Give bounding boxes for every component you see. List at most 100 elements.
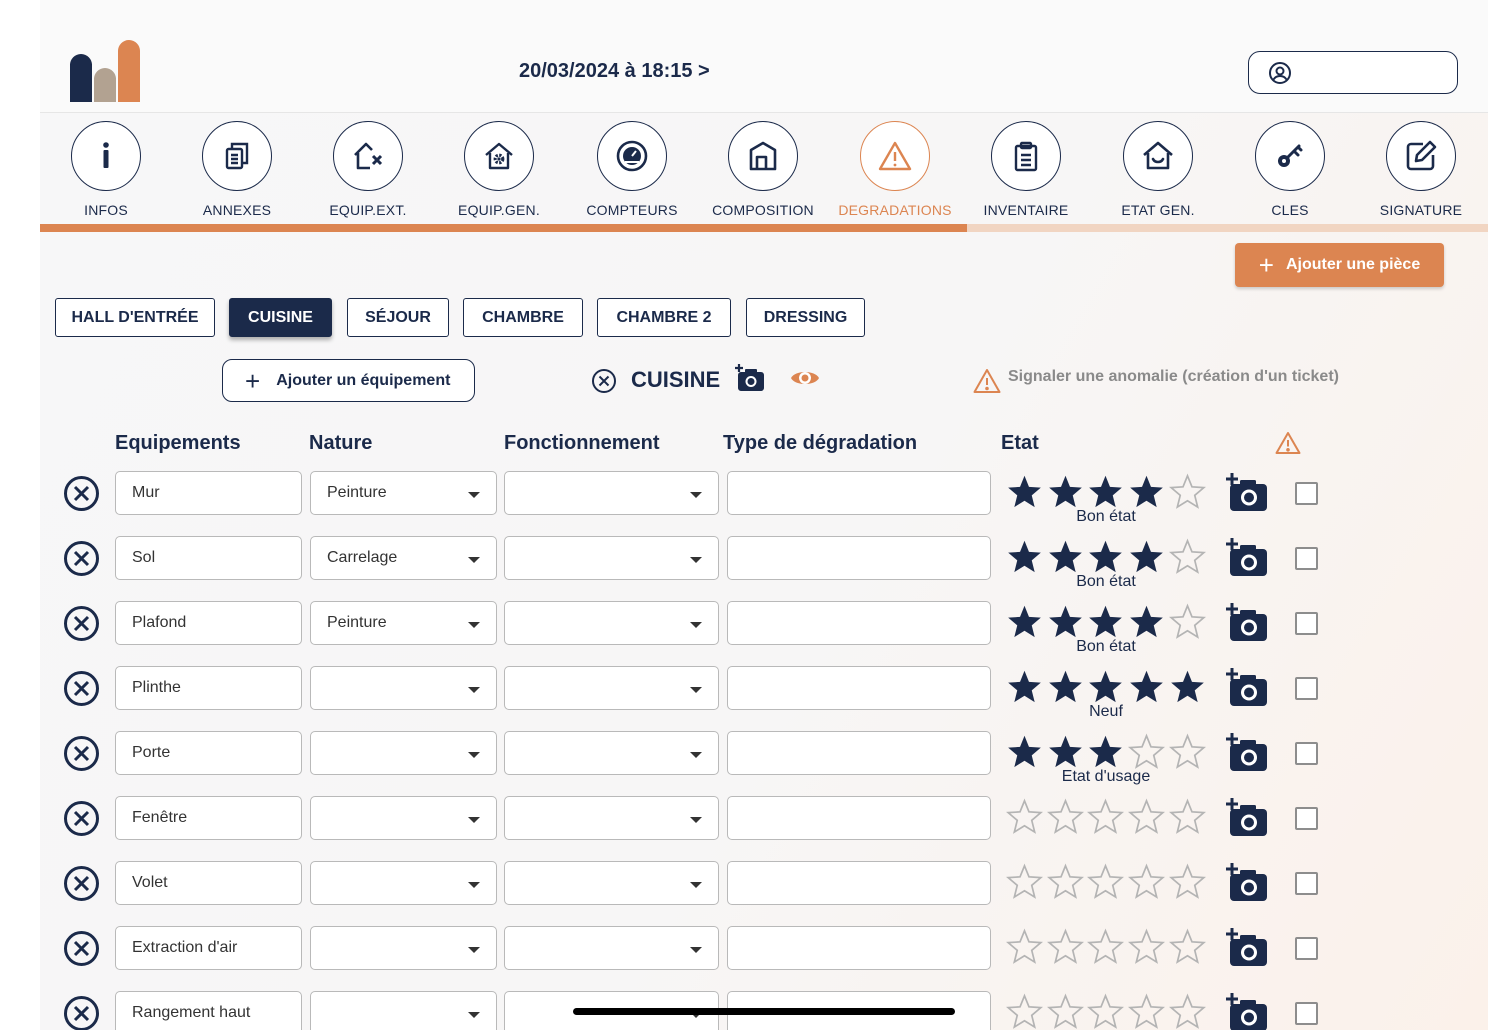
anomaly-checkbox[interactable] xyxy=(1295,937,1318,960)
room-tab[interactable]: HALL D'ENTRÉE xyxy=(55,298,215,337)
star-filled-icon[interactable] xyxy=(1004,731,1045,771)
star-empty-icon[interactable] xyxy=(1126,991,1167,1030)
remove-equipment-icon[interactable] xyxy=(63,475,100,512)
equipment-name-field[interactable]: Mur xyxy=(115,471,302,515)
add-photo-icon[interactable] xyxy=(1226,797,1268,837)
anomaly-checkbox[interactable] xyxy=(1295,482,1318,505)
user-account-button[interactable] xyxy=(1248,51,1458,94)
nature-select[interactable]: Carrelage xyxy=(310,536,497,580)
star-empty-icon[interactable] xyxy=(1045,796,1086,836)
star-filled-icon[interactable] xyxy=(1086,601,1127,641)
star-filled-icon[interactable] xyxy=(1045,731,1086,771)
step-9[interactable]: ETAT GEN. xyxy=(1093,121,1223,218)
remove-equipment-icon[interactable] xyxy=(63,605,100,642)
star-empty-icon[interactable] xyxy=(1004,991,1045,1030)
anomaly-checkbox[interactable] xyxy=(1295,547,1318,570)
fonctionnement-select[interactable] xyxy=(504,861,719,905)
nature-select[interactable]: Peinture xyxy=(310,471,497,515)
step-4[interactable]: EQUIP.GEN. xyxy=(434,121,564,218)
degradation-field[interactable] xyxy=(727,861,991,905)
step-8[interactable]: INVENTAIRE xyxy=(961,121,1091,218)
step-7[interactable]: DEGRADATIONS xyxy=(830,121,960,218)
nature-select[interactable] xyxy=(310,926,497,970)
equipment-name-field[interactable]: Extraction d'air xyxy=(115,926,302,970)
star-empty-icon[interactable] xyxy=(1167,601,1208,641)
inspection-datetime[interactable]: 20/03/2024 à 18:15 > xyxy=(519,60,710,83)
equipment-name-field[interactable]: Fenêtre xyxy=(115,796,302,840)
star-filled-icon[interactable] xyxy=(1126,666,1167,706)
remove-equipment-icon[interactable] xyxy=(63,995,100,1030)
step-2[interactable]: ANNEXES xyxy=(172,121,302,218)
eye-icon[interactable] xyxy=(790,367,820,389)
star-empty-icon[interactable] xyxy=(1045,991,1086,1030)
star-empty-icon[interactable] xyxy=(1167,861,1208,901)
star-filled-icon[interactable] xyxy=(1045,666,1086,706)
degradation-field[interactable] xyxy=(727,731,991,775)
degradation-field[interactable] xyxy=(727,536,991,580)
star-empty-icon[interactable] xyxy=(1045,861,1086,901)
add-equipment-button[interactable]: + Ajouter un équipement xyxy=(222,359,475,402)
add-photo-icon[interactable] xyxy=(735,364,765,392)
star-empty-icon[interactable] xyxy=(1167,536,1208,576)
step-11[interactable]: SIGNATURE xyxy=(1356,121,1486,218)
warning-icon[interactable] xyxy=(973,368,1001,394)
anomaly-checkbox[interactable] xyxy=(1295,1002,1318,1025)
star-empty-icon[interactable] xyxy=(1045,926,1086,966)
nature-select[interactable] xyxy=(310,796,497,840)
step-10[interactable]: CLES xyxy=(1225,121,1355,218)
add-photo-icon[interactable] xyxy=(1226,602,1268,642)
star-empty-icon[interactable] xyxy=(1086,796,1127,836)
anomaly-checkbox[interactable] xyxy=(1295,677,1318,700)
degradation-field[interactable] xyxy=(727,666,991,710)
add-photo-icon[interactable] xyxy=(1226,862,1268,902)
remove-equipment-icon[interactable] xyxy=(63,800,100,837)
star-empty-icon[interactable] xyxy=(1167,731,1208,771)
equipment-name-field[interactable]: Plafond xyxy=(115,601,302,645)
star-filled-icon[interactable] xyxy=(1004,601,1045,641)
star-empty-icon[interactable] xyxy=(1086,991,1127,1030)
room-tab[interactable]: DRESSING xyxy=(746,298,865,337)
star-filled-icon[interactable] xyxy=(1004,471,1045,511)
star-filled-icon[interactable] xyxy=(1126,536,1167,576)
fonctionnement-select[interactable] xyxy=(504,471,719,515)
star-filled-icon[interactable] xyxy=(1045,601,1086,641)
nature-select[interactable] xyxy=(310,991,497,1030)
nature-select[interactable]: Peinture xyxy=(310,601,497,645)
remove-equipment-icon[interactable] xyxy=(63,540,100,577)
anomaly-checkbox[interactable] xyxy=(1295,872,1318,895)
room-tab[interactable]: SÉJOUR xyxy=(347,298,449,337)
fonctionnement-select[interactable] xyxy=(504,601,719,645)
fonctionnement-select[interactable] xyxy=(504,926,719,970)
star-empty-icon[interactable] xyxy=(1126,861,1167,901)
star-filled-icon[interactable] xyxy=(1004,666,1045,706)
anomaly-checkbox[interactable] xyxy=(1295,807,1318,830)
star-filled-icon[interactable] xyxy=(1045,536,1086,576)
degradation-field[interactable] xyxy=(727,796,991,840)
add-photo-icon[interactable] xyxy=(1226,537,1268,577)
step-5[interactable]: COMPTEURS xyxy=(567,121,697,218)
add-photo-icon[interactable] xyxy=(1226,732,1268,772)
star-filled-icon[interactable] xyxy=(1126,601,1167,641)
add-room-button[interactable]: + Ajouter une pièce xyxy=(1235,243,1444,287)
step-1[interactable]: INFOS xyxy=(41,121,171,218)
star-empty-icon[interactable] xyxy=(1167,471,1208,511)
star-filled-icon[interactable] xyxy=(1086,731,1127,771)
star-empty-icon[interactable] xyxy=(1126,731,1167,771)
star-empty-icon[interactable] xyxy=(1086,926,1127,966)
star-filled-icon[interactable] xyxy=(1086,471,1127,511)
remove-equipment-icon[interactable] xyxy=(63,670,100,707)
degradation-field[interactable] xyxy=(727,471,991,515)
room-tab[interactable]: CHAMBRE xyxy=(463,298,583,337)
star-filled-icon[interactable] xyxy=(1126,471,1167,511)
remove-equipment-icon[interactable] xyxy=(63,735,100,772)
room-tab[interactable]: CUISINE xyxy=(229,298,332,337)
star-empty-icon[interactable] xyxy=(1004,861,1045,901)
anomaly-checkbox[interactable] xyxy=(1295,742,1318,765)
star-filled-icon[interactable] xyxy=(1004,536,1045,576)
add-photo-icon[interactable] xyxy=(1226,667,1268,707)
star-empty-icon[interactable] xyxy=(1004,926,1045,966)
equipment-name-field[interactable]: Rangement haut xyxy=(115,991,302,1030)
equipment-name-field[interactable]: Plinthe xyxy=(115,666,302,710)
add-photo-icon[interactable] xyxy=(1226,992,1268,1030)
equipment-name-field[interactable]: Volet xyxy=(115,861,302,905)
